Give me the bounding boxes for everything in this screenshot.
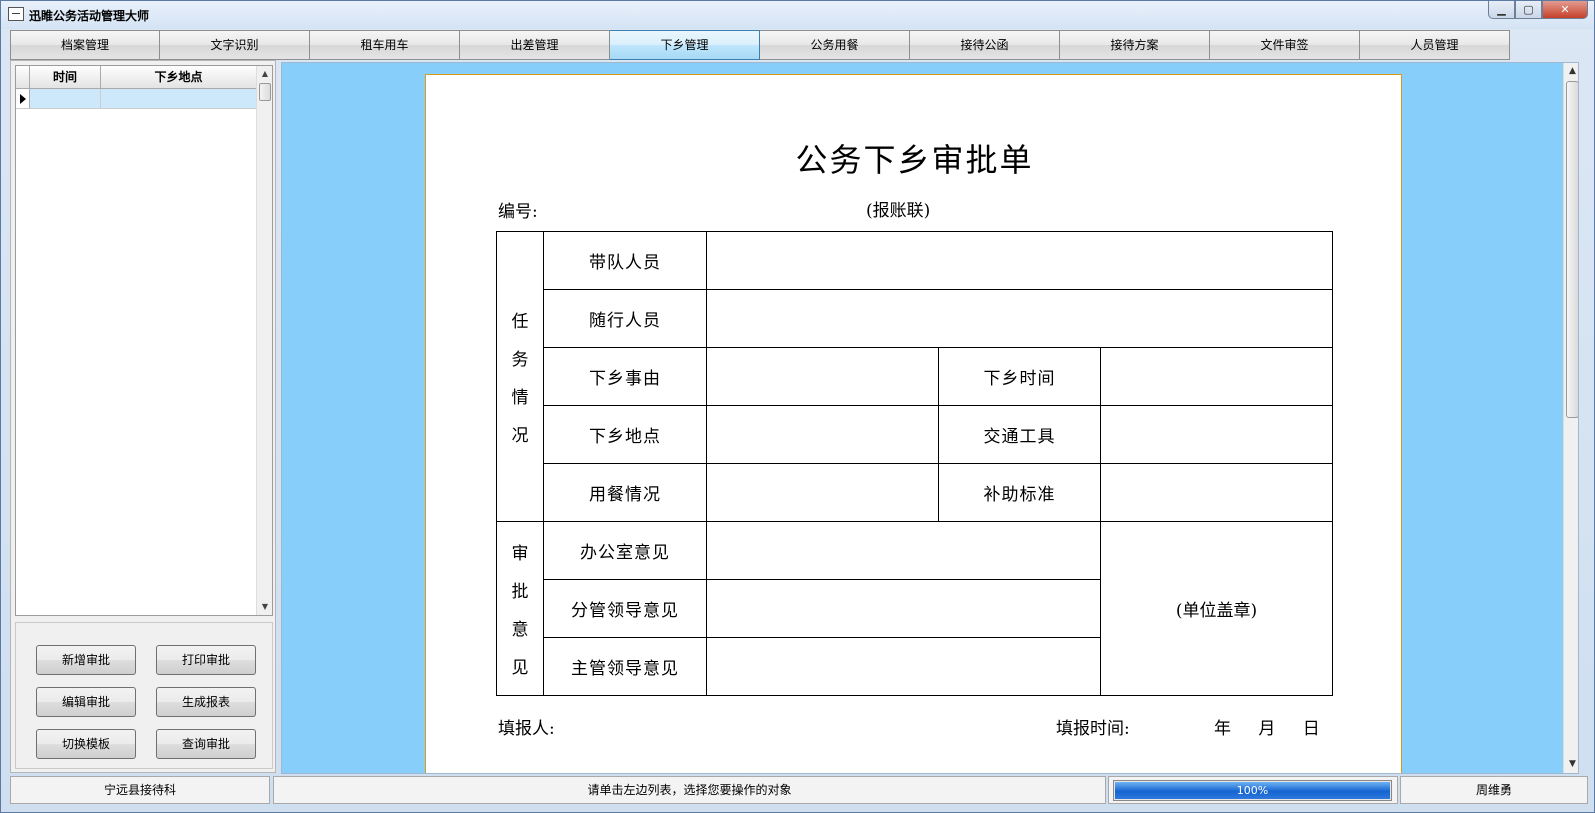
reason-value	[706, 347, 939, 406]
status-bar: 宁远县接待科 请单击左边列表，选择您要操作的对象 100% 周维勇	[10, 776, 1588, 804]
charge-leader-opinion-value	[706, 579, 1101, 638]
section-opinion-char: 审	[511, 543, 529, 564]
switch-template-button[interactable]: 切换模板	[36, 729, 136, 759]
column-header-time[interactable]: 时间	[30, 66, 101, 89]
section-opinion-char: 批	[511, 581, 529, 602]
app-window: 迅睢公务活动管理大师 ▁ ▢ ✕ 档案管理 文字识别 租车用车 出差管理 下乡管…	[0, 0, 1595, 813]
window-title: 迅睢公务活动管理大师	[29, 9, 150, 23]
table-row[interactable]	[16, 89, 257, 109]
window-controls: ▁ ▢ ✕	[1488, 1, 1588, 21]
scroll-thumb[interactable]	[259, 83, 271, 101]
form-number-label: 编号:	[498, 202, 538, 222]
cell-time[interactable]	[30, 89, 101, 109]
list-header: 时间 下乡地点	[16, 66, 257, 89]
list-corner	[16, 66, 30, 89]
list-scrollbar[interactable]: ▲ ▼	[256, 66, 272, 615]
action-button-panel: 新增审批 打印审批 编辑审批 生成报表 切换模板 查询审批	[15, 622, 273, 769]
tab-business-trip[interactable]: 出差管理	[460, 30, 610, 60]
app-menu-icon[interactable]	[8, 7, 24, 21]
meals-label: 用餐情况	[543, 463, 707, 522]
status-hint: 请单击左边列表，选择您要操作的对象	[273, 776, 1106, 804]
tab-reception-letter[interactable]: 接待公函	[910, 30, 1060, 60]
section-opinion-char: 见	[511, 657, 529, 678]
edit-approval-button[interactable]: 编辑审批	[36, 687, 136, 717]
title-bar: 迅睢公务活动管理大师 ▁ ▢ ✕	[1, 1, 1594, 29]
row-indicator-icon	[16, 89, 30, 109]
meals-value	[706, 463, 939, 522]
new-approval-button[interactable]: 新增审批	[36, 645, 136, 675]
left-panel: 时间 下乡地点 ▲ ▼ 新增审批 打印审批 编辑审批 生成报表 切换模板 查询审…	[10, 60, 276, 773]
generate-report-button[interactable]: 生成报表	[156, 687, 256, 717]
module-tabs: 档案管理 文字识别 租车用车 出差管理 下乡管理 公务用餐 接待公函 接待方案 …	[10, 30, 1510, 60]
scroll-thumb[interactable]	[1566, 81, 1578, 418]
location-value	[706, 405, 939, 464]
main-leader-opinion-label: 主管领导意见	[543, 637, 707, 696]
location-label: 下乡地点	[543, 405, 707, 464]
section-task-char: 任	[511, 311, 529, 332]
maximize-button[interactable]: ▢	[1515, 1, 1542, 19]
charge-leader-opinion-label: 分管领导意见	[543, 579, 707, 638]
subsidy-label: 补助标准	[938, 463, 1101, 522]
fill-time-label: 填报时间:	[1056, 719, 1130, 739]
transport-value	[1100, 405, 1333, 464]
scroll-up-icon[interactable]: ▲	[257, 66, 273, 82]
tab-countryside[interactable]: 下乡管理	[610, 30, 760, 60]
close-button[interactable]: ✕	[1542, 1, 1588, 19]
tab-archive[interactable]: 档案管理	[10, 30, 160, 60]
main-leader-opinion-value	[706, 637, 1101, 696]
column-header-location[interactable]: 下乡地点	[101, 66, 257, 89]
section-task-char: 况	[511, 425, 529, 446]
form-title: 公务下乡审批单	[795, 141, 1034, 179]
document-preview-area[interactable]: 公务下乡审批单 编号: (报账联) 任 务 情 况 带队人员 随行人员 下乡事由…	[281, 62, 1579, 774]
approval-form-page: 公务下乡审批单 编号: (报账联) 任 务 情 况 带队人员 随行人员 下乡事由…	[425, 74, 1402, 773]
scroll-up-icon[interactable]: ▲	[1564, 63, 1578, 80]
time-label: 下乡时间	[938, 347, 1101, 406]
tab-reception-plan[interactable]: 接待方案	[1060, 30, 1210, 60]
transport-label: 交通工具	[938, 405, 1101, 464]
section-task-char: 情	[511, 387, 529, 408]
tab-car-rental[interactable]: 租车用车	[310, 30, 460, 60]
section-task-char: 务	[511, 349, 529, 370]
tab-document-review[interactable]: 文件审签	[1210, 30, 1360, 60]
scroll-down-icon[interactable]: ▼	[257, 599, 273, 615]
scroll-down-icon[interactable]: ▼	[1564, 756, 1578, 773]
section-opinion-char: 意	[511, 619, 529, 640]
section-task-label: 任 务 情 况	[496, 231, 544, 522]
record-list[interactable]: 时间 下乡地点 ▲ ▼	[15, 65, 273, 616]
tab-personnel[interactable]: 人员管理	[1360, 30, 1510, 60]
progress-bar: 100%	[1113, 780, 1392, 801]
seal-cell: (单位盖章)	[1100, 521, 1333, 696]
leader-value	[706, 231, 1333, 290]
office-opinion-value	[706, 521, 1101, 580]
companions-label: 随行人员	[543, 289, 707, 348]
status-user: 周维勇	[1400, 776, 1588, 804]
leader-label: 带队人员	[543, 231, 707, 290]
progress-text: 100%	[1236, 784, 1269, 797]
companions-value	[706, 289, 1333, 348]
status-unit: 宁远县接待科	[10, 776, 270, 804]
form-copy-label: (报账联)	[866, 201, 931, 221]
query-approval-button[interactable]: 查询审批	[156, 729, 256, 759]
reason-label: 下乡事由	[543, 347, 707, 406]
time-value	[1100, 347, 1333, 406]
fill-date-template: 年 月 日	[1214, 719, 1320, 739]
section-opinion-label: 审 批 意 见	[496, 521, 544, 696]
tab-ocr[interactable]: 文字识别	[160, 30, 310, 60]
filler-label: 填报人:	[498, 719, 555, 739]
tab-official-meals[interactable]: 公务用餐	[760, 30, 910, 60]
approval-form-table: 任 务 情 况 带队人员 随行人员 下乡事由 下乡时间 下乡地点 交通工具 用餐…	[496, 231, 1333, 696]
cell-location[interactable]	[101, 89, 257, 109]
preview-scrollbar[interactable]: ▲ ▼	[1563, 63, 1578, 773]
print-approval-button[interactable]: 打印审批	[156, 645, 256, 675]
office-opinion-label: 办公室意见	[543, 521, 707, 580]
subsidy-value	[1100, 463, 1333, 522]
minimize-button[interactable]: ▁	[1488, 1, 1515, 19]
